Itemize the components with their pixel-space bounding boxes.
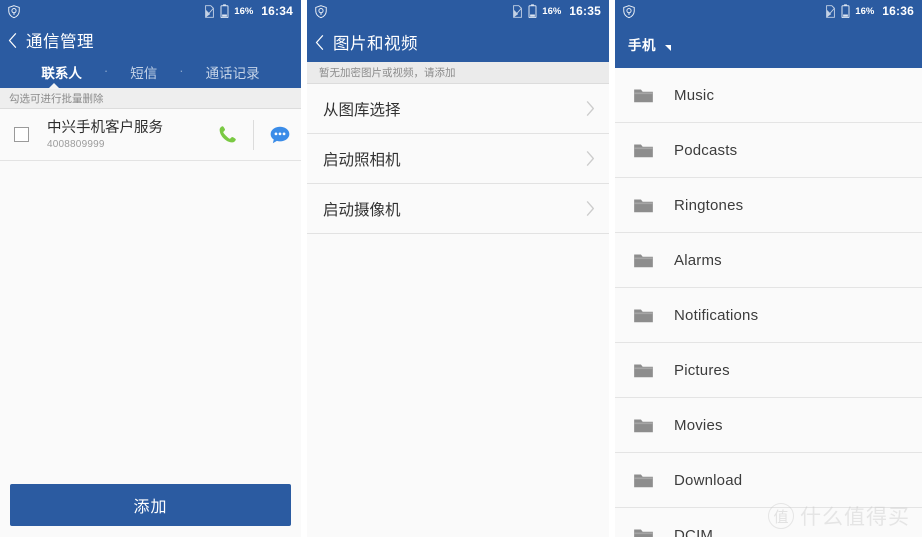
status-bar: 16% 16:36	[615, 0, 922, 22]
folder-icon	[634, 254, 653, 267]
folder-name: Alarms	[674, 251, 722, 269]
app-bar: 手机	[615, 22, 922, 68]
dropdown-caret-icon	[665, 45, 671, 51]
contact-number: 4008809999	[47, 139, 105, 150]
battery-icon	[841, 4, 850, 18]
tab-call-log[interactable]: 通话记录	[204, 62, 262, 82]
status-bar-right: 16% 16:34	[204, 4, 293, 18]
list-item[interactable]: Notifications	[615, 288, 922, 343]
shield-security-icon	[315, 4, 327, 18]
no-sim-icon	[205, 4, 215, 18]
storage-selector[interactable]: 手机	[615, 22, 922, 54]
status-bar-left	[7, 4, 204, 19]
app-bar: 通信管理 联系人 · 短信 · 通话记录	[0, 22, 301, 89]
battery-percent-label: 16%	[855, 5, 875, 17]
status-bar-left	[314, 4, 512, 19]
battery-percent-label: 16%	[234, 5, 254, 17]
page-title: 通信管理	[26, 33, 94, 51]
folder-name: Notifications	[674, 306, 759, 324]
status-bar-clock: 16:36	[882, 4, 914, 18]
contact-info: 中兴手机客户服务 4008809999	[47, 119, 217, 150]
option-list: 从图库选择 启动照相机 启动摄像机	[307, 84, 609, 234]
folder-name: Music	[674, 86, 715, 104]
folder-name: Pictures	[674, 361, 730, 379]
contact-list: 中兴手机客户服务 4008809999	[0, 109, 301, 161]
storage-label: 手机	[628, 38, 656, 53]
list-item-launch-camcorder[interactable]: 启动摄像机	[307, 184, 609, 234]
folder-icon	[634, 529, 653, 537]
panel-pictures-and-videos: 16% 16:35 图片和视频 暂无加密图片或视频，请添加 从图库选择 启动照相…	[307, 0, 609, 537]
shield-security-icon	[8, 4, 20, 18]
folder-icon	[634, 309, 653, 322]
option-label: 从图库选择	[323, 101, 401, 119]
panel-communication-manager: 16% 16:34 通信管理 联系人 · 短信 · 通话记录 勾选可进行批量删除	[0, 0, 301, 537]
status-bar-clock: 16:35	[569, 4, 601, 18]
back-chevron-icon[interactable]	[8, 32, 17, 48]
option-label: 启动照相机	[323, 151, 401, 169]
active-tab-indicator	[48, 83, 60, 89]
chevron-right-icon	[586, 201, 594, 216]
list-item-launch-camera[interactable]: 启动照相机	[307, 134, 609, 184]
status-bar: 16% 16:35	[307, 0, 609, 22]
battery-icon	[220, 4, 229, 18]
status-bar-left	[622, 4, 825, 19]
battery-icon	[528, 4, 537, 18]
folder-list: Music Podcasts Ringtones Alarms Notifica…	[615, 68, 922, 537]
action-divider	[253, 119, 254, 150]
contact-checkbox[interactable]	[14, 127, 29, 142]
app-bar-title-row: 图片和视频	[307, 22, 609, 62]
status-bar-clock: 16:34	[261, 4, 293, 18]
folder-icon	[634, 419, 653, 432]
battery-percent-label: 16%	[542, 5, 562, 17]
table-row[interactable]: 中兴手机客户服务 4008809999	[0, 109, 301, 161]
status-bar: 16% 16:34	[0, 0, 301, 22]
contact-actions	[217, 119, 291, 150]
panel-file-browser: 16% 16:36 手机 Music Podcasts Ringtones Al…	[615, 0, 922, 537]
app-bar-title-row: 通信管理	[0, 22, 301, 58]
list-item[interactable]: Pictures	[615, 343, 922, 398]
folder-name: Movies	[674, 416, 723, 434]
back-chevron-icon[interactable]	[315, 34, 324, 50]
folder-name: Podcasts	[674, 141, 738, 159]
page-title: 图片和视频	[333, 35, 418, 53]
phone-call-icon[interactable]	[217, 124, 238, 145]
folder-icon	[634, 474, 653, 487]
no-sim-icon	[513, 4, 523, 18]
contact-name: 中兴手机客户服务	[47, 120, 163, 136]
batch-delete-hint: 勾选可进行批量删除	[0, 88, 301, 109]
list-item-pick-from-gallery[interactable]: 从图库选择	[307, 84, 609, 134]
list-item[interactable]: Podcasts	[615, 123, 922, 178]
folder-icon	[634, 199, 653, 212]
list-item[interactable]: DCIM	[615, 508, 922, 537]
app-bar: 图片和视频	[307, 22, 609, 62]
chevron-right-icon	[586, 151, 594, 166]
list-item[interactable]: Download	[615, 453, 922, 508]
option-label: 启动摄像机	[323, 201, 401, 219]
list-item[interactable]: Movies	[615, 398, 922, 453]
shield-security-icon	[623, 4, 635, 18]
folder-icon	[634, 364, 653, 377]
tab-contacts[interactable]: 联系人	[39, 62, 84, 82]
folder-icon	[634, 89, 653, 102]
list-item[interactable]: Ringtones	[615, 178, 922, 233]
chevron-right-icon	[586, 101, 594, 116]
tab-bar: 联系人 · 短信 · 通话记录	[0, 58, 301, 89]
folder-name: Ringtones	[674, 196, 744, 214]
add-button-container: 添加	[0, 484, 301, 526]
folder-icon	[634, 144, 653, 157]
screenshot-collage: 16% 16:34 通信管理 联系人 · 短信 · 通话记录 勾选可进行批量删除	[0, 0, 922, 537]
tab-separator: ·	[179, 62, 184, 78]
no-sim-icon	[826, 4, 836, 18]
status-bar-right: 16% 16:36	[825, 4, 914, 18]
folder-name: DCIM	[674, 526, 714, 537]
message-bubble-icon[interactable]	[269, 124, 291, 146]
empty-state-hint: 暂无加密图片或视频，请添加	[307, 62, 609, 84]
folder-name: Download	[674, 471, 743, 489]
status-bar-right: 16% 16:35	[512, 4, 601, 18]
list-item[interactable]: Alarms	[615, 233, 922, 288]
tab-sms[interactable]: 短信	[128, 62, 159, 82]
list-item[interactable]: Music	[615, 68, 922, 123]
add-button[interactable]: 添加	[10, 484, 291, 526]
tab-separator: ·	[103, 62, 109, 78]
